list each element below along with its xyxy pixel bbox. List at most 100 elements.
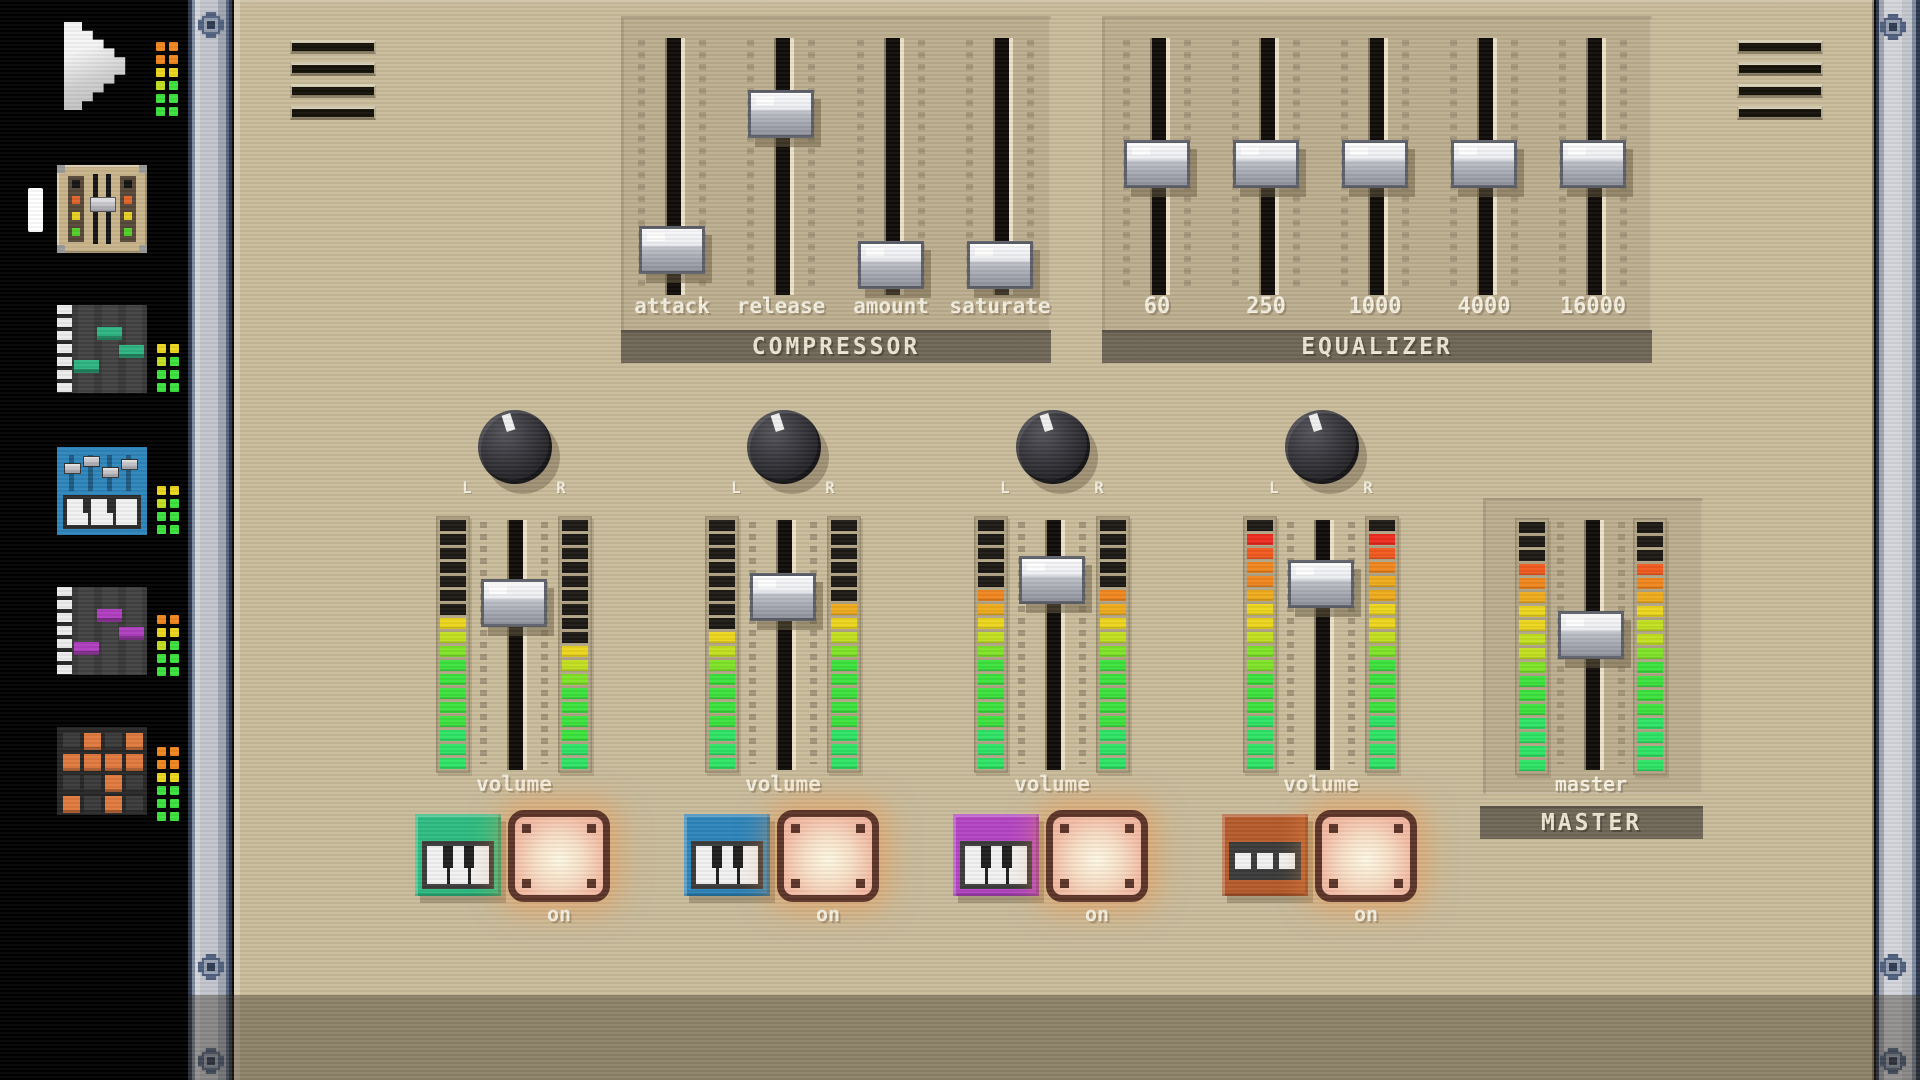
- compressor-release-fader[interactable]: [748, 90, 814, 138]
- vent-slot: [290, 106, 376, 120]
- channel-1-on-label: on: [524, 902, 594, 926]
- sidebar-item-mixer[interactable]: [57, 165, 147, 253]
- compressor-amount-fader[interactable]: [858, 241, 924, 289]
- meter-segment: [1519, 662, 1545, 673]
- meter-segment: [1519, 746, 1545, 757]
- black-key: [464, 846, 474, 868]
- led: [157, 641, 166, 650]
- meter-segment: [709, 660, 735, 671]
- channel-2-pan-knob[interactable]: [747, 410, 821, 484]
- channel-3-pan-right-label: R: [1084, 478, 1114, 497]
- meter-segment: [1247, 660, 1273, 671]
- meter-segment: [978, 590, 1004, 601]
- channel-4-pan-knob[interactable]: [1285, 410, 1359, 484]
- master-volume-fader[interactable]: [1558, 611, 1624, 659]
- channel-1-pan-knob[interactable]: [478, 410, 552, 484]
- compressor-saturate-fader[interactable]: [967, 241, 1033, 289]
- mini-fader-cap: [90, 197, 116, 212]
- meter-segment: [562, 576, 588, 587]
- tick-column: [747, 40, 754, 289]
- selected-indicator: [28, 188, 43, 232]
- equalizer-60-fader[interactable]: [1124, 140, 1190, 188]
- tick-column: [749, 522, 756, 764]
- slider-track: [1314, 520, 1334, 770]
- led: [157, 747, 166, 756]
- led: [170, 786, 179, 795]
- channel-3-on-label: on: [1062, 902, 1132, 926]
- channel-4-on-button[interactable]: [1315, 810, 1417, 902]
- rivet: [1060, 824, 1069, 833]
- meter-segment: [1100, 534, 1126, 545]
- drum-pad: [63, 733, 80, 750]
- corner-chip: [57, 245, 65, 253]
- channel-1-instrument-button[interactable]: [415, 814, 501, 896]
- led: [157, 383, 166, 392]
- led: [170, 525, 179, 534]
- meter-segment: [709, 744, 735, 755]
- meter-strip: [68, 176, 84, 242]
- equalizer-1000-fader[interactable]: [1342, 140, 1408, 188]
- meter-segment: [1637, 634, 1663, 645]
- meter-segment: [1369, 646, 1395, 657]
- meter-segment: [1637, 522, 1663, 533]
- channel-2-volume-fader[interactable]: [750, 573, 816, 621]
- led: [124, 180, 132, 188]
- sidebar-item-synth-blue[interactable]: [57, 447, 147, 535]
- channel-3-on-button[interactable]: [1046, 810, 1148, 902]
- channel-3-pan-knob[interactable]: [1016, 410, 1090, 484]
- meter-segment: [440, 576, 466, 587]
- channel-4-instrument-button[interactable]: [1222, 814, 1308, 896]
- meter-segment: [1369, 702, 1395, 713]
- keys: [427, 846, 489, 884]
- channel-3-meter-right: [1096, 516, 1130, 773]
- led-grid: [157, 486, 181, 538]
- corner-chip: [139, 165, 147, 173]
- channel-1-pan-right-label: R: [546, 478, 576, 497]
- compressor-attack-fader[interactable]: [639, 226, 705, 274]
- channel-3-volume-label: volume: [982, 772, 1122, 796]
- channel-1-volume-label: volume: [444, 772, 584, 796]
- led: [157, 357, 166, 366]
- channel-4-volume-fader[interactable]: [1288, 560, 1354, 608]
- meter-segment: [1519, 704, 1545, 715]
- channel-1-on-button[interactable]: [508, 810, 610, 902]
- equalizer-250-fader[interactable]: [1233, 140, 1299, 188]
- meter-segment: [562, 562, 588, 573]
- piano-keys-column: [57, 305, 72, 393]
- led: [157, 654, 166, 663]
- drum-pad: [1235, 853, 1251, 869]
- meter-segment: [1519, 522, 1545, 533]
- channel-2-instrument-button[interactable]: [684, 814, 770, 896]
- meter-segment: [562, 674, 588, 685]
- led: [170, 486, 179, 495]
- black-key: [83, 499, 91, 513]
- meter-segment: [1100, 744, 1126, 755]
- sidebar-item-pianoroll-green[interactable]: [57, 305, 147, 393]
- mini-fader-cap: [83, 456, 100, 467]
- channel-3-instrument-button[interactable]: [953, 814, 1039, 896]
- meter-segment: [1519, 760, 1545, 771]
- piano-keys-icon: [691, 841, 763, 889]
- channel-2-meter-right: [827, 516, 861, 773]
- sidebar-item-drums[interactable]: [57, 727, 147, 815]
- channel-1-volume-fader[interactable]: [481, 579, 547, 627]
- led: [157, 486, 166, 495]
- roll-lane: [78, 305, 94, 393]
- equalizer-16000-fader[interactable]: [1560, 140, 1626, 188]
- rivet: [1394, 824, 1403, 833]
- play-button[interactable]: [64, 22, 136, 110]
- slider-track: [507, 520, 527, 770]
- meter-segment: [709, 674, 735, 685]
- meter-segment: [1519, 690, 1545, 701]
- meter-segment: [1247, 548, 1273, 559]
- sidebar-item-pianoroll-purple[interactable]: [57, 587, 147, 675]
- rivet: [1394, 879, 1403, 888]
- channel-2-on-button[interactable]: [777, 810, 879, 902]
- meter-segment: [1519, 718, 1545, 729]
- channel-3-volume-fader[interactable]: [1019, 556, 1085, 604]
- led: [170, 512, 179, 521]
- equalizer-4000-fader[interactable]: [1451, 140, 1517, 188]
- meter-segment: [1369, 534, 1395, 545]
- meter-segment: [1247, 744, 1273, 755]
- drum-pad: [84, 796, 101, 813]
